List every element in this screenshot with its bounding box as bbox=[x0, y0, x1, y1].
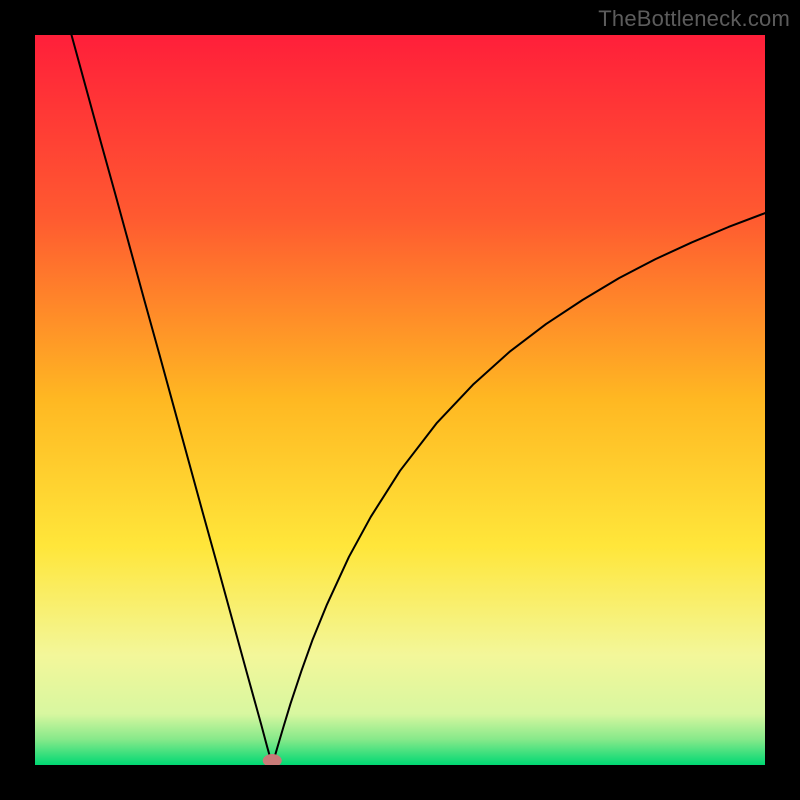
chart-background bbox=[35, 35, 765, 765]
chart-frame: TheBottleneck.com bbox=[0, 0, 800, 800]
chart-plot bbox=[35, 35, 765, 765]
watermark-text: TheBottleneck.com bbox=[598, 6, 790, 32]
